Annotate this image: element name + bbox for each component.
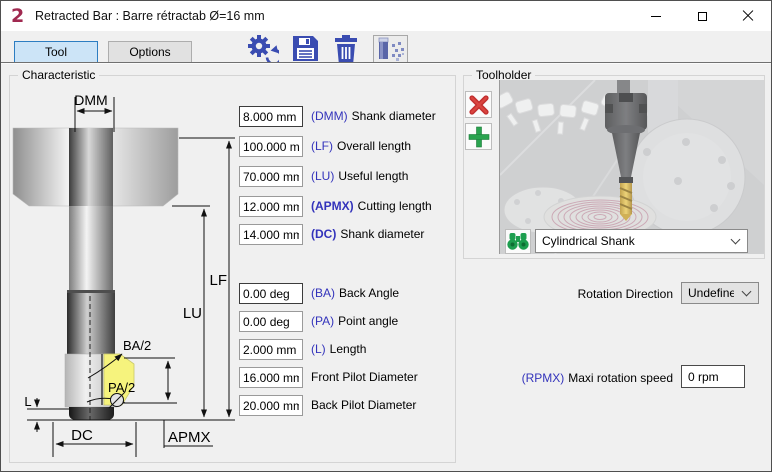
param-code-pa: (PA) (311, 314, 334, 328)
remove-toolholder-button[interactable] (465, 91, 492, 118)
param-label-apmx: Cutting length (358, 199, 432, 213)
rpmx-label: (RPMX)Maxi rotation speed (501, 370, 673, 386)
toolholder-preview-image (500, 80, 764, 254)
rotation-direction-dropdown[interactable]: Undefined (681, 282, 759, 304)
param-code-lu: (LU) (311, 169, 334, 183)
param-label-lf: Overall length (337, 139, 411, 153)
tab-tool[interactable]: Tool (14, 41, 98, 63)
back-pilot-diameter-input[interactable] (239, 395, 303, 416)
rotation-direction-label: Rotation Direction (521, 286, 673, 302)
param-label-dc: Shank diameter (340, 227, 424, 241)
param-code-l: (L) (311, 342, 326, 356)
update-gear-icon (246, 34, 279, 62)
minimize-icon (651, 16, 661, 17)
binoculars-icon (507, 233, 529, 250)
apmx-cutting-length-input[interactable] (239, 196, 303, 217)
param-label-pa: Point angle (338, 314, 398, 328)
param-code-lf: (LF) (311, 139, 333, 153)
x-icon (468, 94, 490, 116)
dim-label-dmm: DMM (74, 92, 107, 108)
dim-label-apmx: APMX (168, 429, 211, 446)
dim-label-l: L (24, 394, 31, 409)
rpmx-label-text: Maxi rotation speed (568, 371, 673, 385)
param-label-back-pilot: Back Pilot Diameter (311, 398, 416, 412)
ba-back-angle-input[interactable] (239, 283, 303, 304)
l-length-input[interactable] (239, 339, 303, 360)
pa-point-angle-input[interactable] (239, 311, 303, 332)
plus-icon (468, 126, 490, 148)
chevron-down-icon (723, 240, 747, 243)
add-toolholder-button[interactable] (465, 123, 492, 150)
tab-options[interactable]: Options (108, 41, 192, 63)
param-code-dc: (DC) (311, 227, 336, 241)
param-label-lu: Useful length (338, 169, 408, 183)
browse-toolholder-button[interactable] (505, 229, 531, 254)
tool-fragment-icon (374, 36, 407, 62)
title-bar: 2 Retracted Bar : Barre rétractab Ø=16 m… (1, 1, 771, 31)
close-button[interactable] (725, 1, 771, 31)
dc-shank-diameter-input[interactable] (239, 224, 303, 245)
front-pilot-diameter-input[interactable] (239, 367, 303, 388)
characteristic-group-title: Characteristic (18, 68, 99, 82)
param-code-dmm: (DMM) (311, 109, 348, 123)
param-label-front-pilot: Front Pilot Diameter (311, 370, 418, 384)
save-icon (290, 35, 320, 62)
window-title: Retracted Bar : Barre rétractab Ø=16 mm (35, 1, 265, 31)
tool-diagram: DMM LF LU L DC APMX BA/2 (1, 85, 241, 463)
dim-label-dc: DC (71, 427, 93, 444)
shank-type-value: Cylindrical Shank (536, 234, 723, 248)
param-code-ba: (BA) (311, 286, 335, 300)
close-icon (742, 10, 754, 22)
rotation-direction-value: Undefined (682, 286, 734, 300)
param-label-l: Length (330, 342, 367, 356)
dim-label-ba2: BA/2 (123, 338, 151, 353)
save-button[interactable] (290, 35, 320, 65)
param-label-ba: Back Angle (339, 286, 399, 300)
param-code-rpmx: (RPMX) (522, 371, 565, 385)
tool-fragment-button[interactable] (373, 35, 408, 63)
minimize-button[interactable] (633, 1, 679, 31)
maximize-button[interactable] (679, 1, 725, 31)
trash-icon (333, 35, 359, 62)
dim-label-lu: LU (183, 305, 202, 322)
shank-type-dropdown[interactable]: Cylindrical Shank (535, 229, 748, 253)
update-gear-button[interactable] (246, 34, 279, 65)
rpmx-input[interactable] (681, 365, 745, 388)
dmm-shank-diameter-input[interactable] (239, 106, 303, 127)
delete-tool-button[interactable] (333, 35, 359, 65)
app-logo-icon: 2 (11, 4, 29, 28)
param-label-dmm: Shank diameter (352, 109, 436, 123)
chevron-down-icon (734, 292, 758, 295)
lu-useful-length-input[interactable] (239, 166, 303, 187)
tool-editor-window: 2 Retracted Bar : Barre rétractab Ø=16 m… (0, 0, 772, 472)
toolholder-preview (499, 80, 764, 254)
dim-label-pa2: PA/2 (108, 380, 135, 395)
param-code-apmx: (APMX) (311, 199, 354, 213)
dim-label-lf: LF (209, 272, 227, 289)
lf-overall-length-input[interactable] (239, 136, 303, 157)
maximize-icon (698, 12, 707, 21)
